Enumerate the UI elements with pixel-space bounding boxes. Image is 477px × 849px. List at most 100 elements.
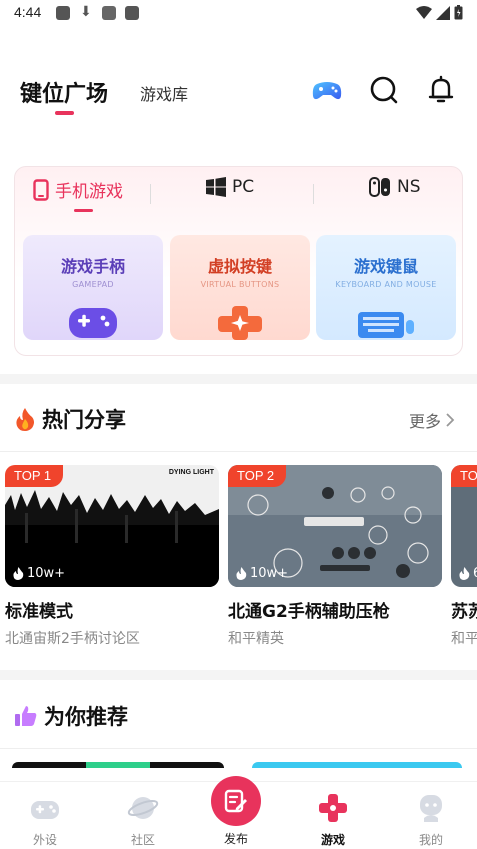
share-card[interactable]: DYING LIGHT TOP 1 10w+ 标准模式 北通宙斯2手柄讨论区 [5, 465, 219, 648]
card-thumbnail: DYING LIGHT TOP 1 10w+ [5, 465, 219, 587]
flame-small-icon [459, 567, 470, 580]
rank-badge: TOP [451, 465, 477, 487]
section-divider [0, 670, 477, 680]
recommend-card-preview[interactable] [252, 762, 462, 768]
tab-divider [150, 184, 151, 204]
rank-badge: TOP 1 [5, 465, 64, 487]
active-tab-indicator [55, 111, 74, 115]
tab-label: 手机游戏 [55, 182, 123, 202]
mode-virtual-buttons[interactable]: 虚拟按键 VIRTUAL BUTTONS [170, 235, 310, 340]
profile-icon [420, 795, 442, 822]
gamepad-illustration-icon [69, 308, 117, 338]
bottom-navigation: 外设 社区 发布 游戏 我的 [0, 776, 477, 849]
fire-icon [16, 408, 34, 431]
rank-badge: TOP 2 [228, 465, 287, 487]
platform-tab-indicator [74, 209, 93, 212]
nav-label: 外设 [32, 833, 57, 847]
section-divider [0, 374, 477, 384]
dpad-illustration-icon [218, 306, 262, 340]
tab-divider [313, 184, 314, 204]
card-title: 北通G2手柄辅助压枪 [228, 602, 390, 622]
view-count: 10w+ [236, 566, 288, 581]
card-title: 标准模式 [5, 602, 73, 622]
card-title: 苏苏 [451, 602, 477, 622]
mode-subtitle: KEYBOARD AND MOUSE [335, 280, 437, 289]
chevron-right-icon [446, 413, 455, 427]
phone-icon [33, 178, 49, 201]
view-count: 6 [459, 566, 477, 581]
tab-game-library[interactable]: 游戏库 [140, 81, 188, 105]
keyboard-illustration-icon [358, 312, 414, 338]
section-line [0, 748, 477, 749]
status-bar: 4:44 ⬇ [0, 0, 477, 28]
platform-tabs: 手机游戏 PC NS [15, 167, 462, 215]
nav-label: 发布 [223, 832, 248, 846]
section-title-text: 热门分享 [42, 408, 126, 432]
card-thumbnail: TOP 6 [451, 465, 477, 587]
dpad-icon [319, 794, 347, 822]
share-card[interactable]: TOP 6 苏苏 和平 [451, 465, 477, 648]
section-title-text: 为你推荐 [44, 705, 128, 729]
view-count: 10w+ [13, 566, 65, 581]
hot-share-cards: DYING LIGHT TOP 1 10w+ 标准模式 北通宙斯2手柄讨论区 T… [0, 465, 477, 655]
tab-pc[interactable]: PC [206, 177, 254, 197]
card-thumbnail: TOP 2 10w+ [228, 465, 442, 587]
tab-label: PC [232, 177, 255, 197]
more-button[interactable]: 更多 [409, 408, 455, 432]
windows-icon [206, 177, 226, 197]
tab-label: NS [397, 177, 421, 197]
share-card[interactable]: TOP 2 10w+ 北通G2手柄辅助压枪 和平精英 [228, 465, 442, 648]
switch-icon [369, 177, 390, 197]
nav-community[interactable]: 社区 [113, 792, 173, 848]
hot-share-title: 热门分享 [14, 404, 126, 434]
mode-subtitle: VIRTUAL BUTTONS [200, 280, 280, 289]
nav-games[interactable]: 游戏 [303, 792, 363, 848]
edit-icon [224, 789, 247, 813]
download-icon: ⬇ [80, 4, 92, 20]
section-line [0, 451, 477, 452]
flame-small-icon [236, 567, 247, 580]
search-icon[interactable] [368, 74, 400, 106]
mode-title: 虚拟按键 [207, 257, 272, 276]
view-count-text: 6 [473, 566, 477, 581]
more-label: 更多 [408, 412, 441, 431]
mode-gamepad[interactable]: 游戏手柄 GAMEPAD [23, 235, 163, 340]
notification-icon [56, 6, 70, 20]
gamepad-icon[interactable] [311, 74, 343, 106]
recommend-title: 为你推荐 [14, 701, 128, 731]
top-header: 键位广场 游戏库 [0, 60, 477, 124]
bell-icon[interactable] [425, 74, 457, 106]
recommend-card-preview[interactable] [12, 762, 224, 768]
mode-title: 游戏键鼠 [353, 257, 418, 276]
status-right [416, 5, 463, 20]
flame-small-icon [13, 567, 24, 580]
signal-icon [436, 5, 450, 20]
thumbs-up-icon [15, 706, 37, 726]
nav-profile[interactable]: 我的 [401, 792, 461, 848]
view-count-text: 10w+ [250, 566, 289, 581]
app-notification-icon [125, 6, 139, 20]
view-count-text: 10w+ [27, 566, 66, 581]
font-app-icon [102, 6, 116, 20]
mode-subtitle: GAMEPAD [72, 280, 114, 289]
mode-title: 游戏手柄 [60, 257, 125, 276]
card-subtitle: 北通宙斯2手柄讨论区 [5, 631, 140, 647]
game-logo-text: DYING LIGHT [168, 469, 214, 476]
tab-ns[interactable]: NS [369, 177, 421, 197]
nav-peripherals[interactable]: 外设 [15, 792, 75, 848]
mode-keyboard-mouse[interactable]: 游戏键鼠 KEYBOARD AND MOUSE [316, 235, 456, 340]
status-time: 4:44 [14, 4, 42, 20]
tab-key-square[interactable]: 键位广场 [20, 76, 108, 108]
tab-mobile-games[interactable]: 手机游戏 [33, 177, 123, 202]
planet-icon [127, 797, 159, 819]
nav-publish[interactable]: 发布 [210, 776, 262, 847]
nav-label: 游戏 [320, 833, 345, 847]
wifi-icon [416, 5, 432, 19]
nav-label: 社区 [130, 833, 155, 847]
nav-label: 我的 [418, 833, 443, 847]
card-subtitle: 和平 [451, 631, 477, 647]
publish-button[interactable] [211, 776, 261, 826]
category-card: 手机游戏 PC NS 游戏手柄 GAMEPAD 虚拟按键 VIRTUAL BUT… [14, 166, 463, 356]
controller-icon [31, 801, 59, 819]
card-subtitle: 和平精英 [228, 631, 284, 647]
